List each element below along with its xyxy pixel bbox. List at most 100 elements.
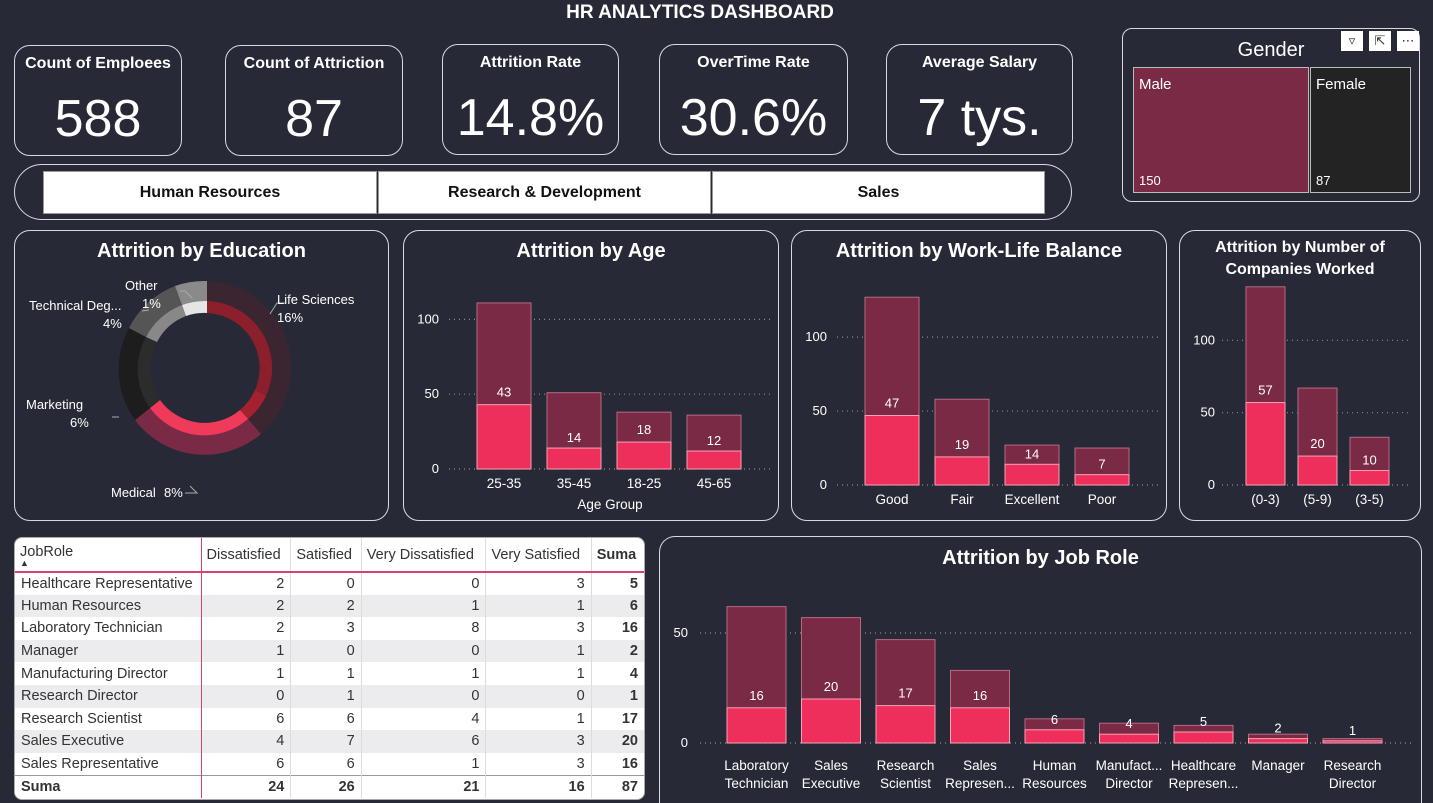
table-row[interactable]: Healthcare Representative 2 0 0 3 5: [15, 572, 644, 595]
x-tick-label: Research: [877, 758, 935, 773]
bar-attrition[interactable]: [950, 707, 1010, 744]
column-header-suma[interactable]: Suma: [591, 538, 644, 573]
education-pct: 4%: [103, 316, 122, 331]
table-row[interactable]: Manager 1 0 0 1 2: [15, 639, 644, 663]
gender-tile-female[interactable]: Female 87: [1310, 67, 1411, 193]
kpi-value: 588: [54, 90, 142, 148]
table-row[interactable]: Laboratory Technician 2 3 8 3 16: [15, 617, 644, 640]
y-tick-label: 50: [425, 386, 439, 401]
table-row[interactable]: Human Resources 2 2 1 1 6: [15, 594, 644, 618]
table-cell-jobrole: Sales Representative: [15, 752, 202, 776]
bar-attrition[interactable]: [934, 456, 990, 486]
table-total-cell: 87: [591, 774, 644, 798]
education-label: Technical Deg...: [29, 298, 122, 313]
kpi-value: 7 tys.: [917, 89, 1042, 147]
dept-button-human-resources[interactable]: Human Resources: [43, 171, 377, 214]
table-cell-jobrole: Human Resources: [15, 594, 202, 618]
kpi-label: Average Salary: [921, 54, 1038, 71]
jobrole-chart-card: Attrition by Job Role 0 50 16 Laboratory Tec…: [659, 536, 1422, 803]
table-row[interactable]: Sales Executive 4 7 6 3 20: [15, 730, 644, 753]
bar-attrition[interactable]: [1322, 740, 1383, 744]
bar-attrition[interactable]: [1004, 463, 1060, 486]
bar-attrition[interactable]: [726, 707, 787, 744]
bar-attrition[interactable]: [1349, 470, 1390, 486]
bar-attrition[interactable]: [1297, 455, 1338, 486]
y-tick-label: 100: [417, 311, 439, 326]
table-cell-value: 6: [201, 707, 292, 731]
education-label: Other: [125, 278, 158, 293]
y-tick-label: 0: [820, 477, 827, 492]
bar-attrition[interactable]: [1173, 731, 1234, 744]
x-tick-label: Research: [1324, 758, 1382, 773]
data-label: 14: [567, 430, 581, 445]
bar-attrition[interactable]: [801, 698, 861, 744]
table-cell-value: 2: [591, 639, 644, 663]
table-cell-value: 7: [290, 730, 362, 753]
dept-button-sales[interactable]: Sales: [712, 171, 1045, 214]
jobrole-bar-chart: 05016LaboratoryTechnician20SalesExecutiv…: [674, 606, 1412, 791]
table-cell-value: 20: [591, 730, 644, 753]
data-label: 5: [1200, 714, 1207, 729]
focus-mode-icon[interactable]: ⇱: [1369, 31, 1391, 51]
kpi-card-employees: Count of Emploees 588: [14, 45, 182, 156]
x-axis-title: Age Group: [577, 497, 642, 512]
gender-tile-value: 87: [1316, 173, 1331, 188]
data-label: 1: [1349, 723, 1356, 738]
bar-attrition[interactable]: [1248, 738, 1308, 744]
bar-attrition[interactable]: [1074, 474, 1130, 486]
bar-attrition[interactable]: [864, 415, 920, 486]
x-tick-label: Represen...: [1169, 776, 1239, 791]
table-total-cell: Suma: [15, 774, 202, 798]
table-row[interactable]: Research Director 0 1 0 0 1: [15, 684, 644, 708]
table-cell-value: 1: [290, 684, 362, 708]
column-header-jobrole[interactable]: JobRole ▲: [15, 538, 202, 573]
table-total-cell: 26: [290, 774, 362, 798]
table-cell-jobrole: Research Director: [15, 684, 202, 708]
table-total-cell: 24: [201, 774, 292, 798]
education-pct: 6%: [70, 415, 89, 430]
column-header-dissatisfied[interactable]: Dissatisfied: [201, 538, 292, 573]
column-header-very-satisfied[interactable]: Very Satisfied: [485, 538, 592, 573]
table-cell-value: 1: [591, 684, 644, 708]
gender-tile-label: Female: [1316, 76, 1367, 93]
table-cell-value: 4: [201, 730, 292, 753]
table-cell-jobrole: Laboratory Technician: [15, 617, 202, 640]
bar-attrition[interactable]: [616, 441, 672, 470]
gender-tile-value: 150: [1139, 173, 1161, 188]
data-label: 16: [749, 688, 763, 703]
data-label: 18: [637, 422, 651, 437]
table-cell-value: 6: [361, 730, 487, 753]
kpi-card-average-salary: Average Salary 7 tys.: [886, 44, 1073, 155]
bar-attrition[interactable]: [546, 447, 602, 470]
bar-attrition[interactable]: [476, 404, 532, 470]
gender-tile-label: Male: [1139, 76, 1172, 93]
column-header-very-dissatisfied[interactable]: Very Dissatisfied: [361, 538, 487, 573]
gender-tile-male[interactable]: Male 150: [1133, 67, 1309, 193]
filter-icon[interactable]: ▿: [1341, 31, 1363, 51]
table-cell-jobrole: Healthcare Representative: [15, 572, 202, 595]
table-cell-value: 1: [485, 594, 592, 618]
x-tick-label: (3-5): [1355, 492, 1384, 507]
table-cell-value: 2: [201, 572, 292, 595]
table-cell-value: 4: [629, 665, 638, 682]
x-tick-label: Manufact...: [1096, 758, 1163, 773]
more-options-icon[interactable]: ⋯: [1397, 31, 1419, 51]
table-header-row: JobRole ▲ Dissatisfied Satisfied Very Dis…: [15, 538, 644, 573]
table-row[interactable]: Manufacturing Director 1 1 1 1 4: [15, 662, 644, 685]
education-pct: 1%: [142, 296, 161, 311]
worklife-bar-chart: 0 50 100 47 Good 19 Fair 14 Excellent 7 Poor: [805, 296, 1160, 507]
column-header-satisfied[interactable]: Satisfied: [290, 538, 362, 573]
age-bar-chart: 0 50 100 43 25-35 14 35-45 18 18-25 12 45-65 Age Gr…: [417, 302, 772, 512]
table-cell-jobrole: Sales Executive: [15, 730, 202, 753]
dept-button-research-development[interactable]: Research & Development: [378, 171, 711, 214]
bar-attrition[interactable]: [875, 705, 936, 744]
bar-attrition[interactable]: [1099, 733, 1159, 744]
bar-attrition[interactable]: [1245, 402, 1286, 486]
kpi-label: Count of Emploees: [25, 55, 171, 72]
table-row[interactable]: Research Scientist 6 6 4 1 17: [15, 707, 644, 731]
bar-attrition[interactable]: [1024, 729, 1085, 744]
table-row[interactable]: Sales Representative 6 6 1 3 16: [15, 752, 644, 776]
y-tick-label: 0: [432, 461, 439, 476]
bar-attrition[interactable]: [686, 450, 742, 470]
table-total-cell: 21: [361, 774, 487, 798]
